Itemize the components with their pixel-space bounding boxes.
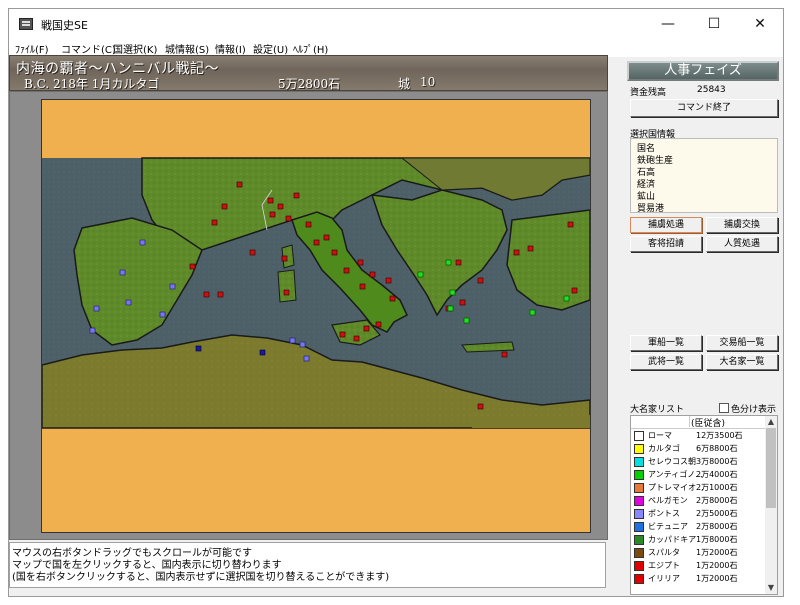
daimyo-list-button[interactable]: 大名家一覧 (706, 354, 778, 370)
scroll-up-icon[interactable]: ▲ (765, 416, 777, 428)
hostage-handling-button[interactable]: 人質処遇 (706, 236, 778, 252)
minimize-button[interactable]: — (645, 9, 691, 39)
castle-label: 城 (398, 77, 411, 91)
scroll-thumb[interactable] (766, 428, 776, 508)
scenario-date: B.C. 218年 1月カルタゴ (24, 77, 160, 91)
color-display-label: 色分け表示 (731, 405, 777, 415)
daimyo-row[interactable]: カルタゴ 6万8800石 (634, 442, 765, 455)
daimyo-koku: 2万8000石 (696, 496, 738, 505)
daimyo-koku: 2万8000石 (696, 522, 738, 531)
daimyo-name: ペルガモン (648, 496, 688, 505)
daimyo-name: カッパドキア (648, 535, 697, 544)
app-window: 戦国史SE — ☐ ✕ ﾌｧｲﾙ(F) コマンド(C) 国選択(K) 城情報(S… (8, 8, 784, 597)
menu-command[interactable]: コマンド(C) (61, 41, 116, 56)
daimyo-koku: 2万5000石 (696, 509, 738, 518)
daimyo-koku: 1万2000石 (696, 561, 738, 570)
daimyo-name: ポントス (648, 509, 680, 518)
funds-value: 25843 (697, 85, 726, 95)
daimyo-koku: 6万8800石 (696, 444, 738, 453)
daimyo-row[interactable]: イリリア 1万2000石 (634, 572, 765, 585)
color-swatch (634, 457, 644, 467)
color-swatch (634, 548, 644, 558)
color-swatch (634, 509, 644, 519)
info-row-port: 貿易港 (637, 204, 665, 214)
daimyo-koku: 2万1000石 (696, 483, 738, 492)
daimyo-list[interactable]: (臣従含) ローマ 12万3500石 カルタゴ 6万8800石 セレウコス朝 3万80… (630, 415, 778, 595)
daimyo-row[interactable]: セレウコス朝 3万8000石 (634, 455, 765, 468)
daimyo-koku: 1万2000石 (696, 548, 738, 557)
color-swatch (634, 431, 644, 441)
color-swatch (634, 522, 644, 532)
daimyo-name: スパルタ (648, 548, 680, 557)
daimyo-list-label: 大名家リスト (630, 405, 685, 415)
close-button[interactable]: ✕ (737, 9, 783, 39)
guest-general-button[interactable]: 客将招請 (630, 236, 702, 252)
color-display-checkbox[interactable] (719, 403, 729, 413)
daimyo-name: カルタゴ (648, 444, 680, 453)
daimyo-name: アンティゴノ... (648, 470, 703, 479)
list-header-koku: (臣従含) (691, 419, 726, 429)
mediterranean-map[interactable] (41, 99, 591, 533)
scenario-koku: 5万2800石 (278, 77, 341, 91)
daimyo-koku: 2万4000石 (696, 470, 738, 479)
daimyo-row[interactable]: エジプト 1万2000石 (634, 559, 765, 572)
color-swatch (634, 535, 644, 545)
daimyo-row[interactable]: ローマ 12万3500石 (634, 429, 765, 442)
daimyo-koku: 3万8000石 (696, 457, 738, 466)
daimyo-row[interactable]: プトレマイオ... 2万1000石 (634, 481, 765, 494)
app-icon (19, 18, 33, 30)
map-top-band (42, 100, 590, 158)
window-title: 戦国史SE (41, 19, 88, 32)
command-end-button[interactable]: コマンド終了 (630, 99, 778, 117)
map-viewport[interactable] (9, 91, 608, 540)
daimyo-row[interactable]: ポントス 2万5000石 (634, 507, 765, 520)
trade-ship-list-button[interactable]: 交易船一覧 (706, 335, 778, 351)
daimyo-row[interactable]: カッパドキア 1万8000石 (634, 533, 765, 546)
prisoner-handling-button[interactable]: 捕虜処遇 (630, 217, 702, 233)
daimyo-name: ビテュニア (648, 522, 688, 531)
daimyo-name: ローマ (648, 431, 672, 440)
map-svg[interactable] (42, 100, 590, 532)
daimyo-koku: 12万3500石 (696, 431, 743, 440)
color-swatch (634, 574, 644, 584)
castle-count: 10 (420, 75, 436, 89)
title-bar: 戦国史SE — ☐ ✕ (9, 9, 783, 39)
selected-country-info: 国名 鉄砲生産 石高 経済 鉱山 貿易港 (630, 138, 778, 214)
menu-file[interactable]: ﾌｧｲﾙ(F) (15, 41, 49, 56)
daimyo-koku: 1万2000石 (696, 574, 738, 583)
list-scrollbar[interactable]: ▲ ▼ (765, 416, 777, 594)
scenario-banner: 内海の覇者〜ハンニバル戦記〜 B.C. 218年 1月カルタゴ 5万2800石 … (9, 55, 608, 91)
funds-label: 資金残高 (630, 88, 667, 98)
map-bottom-band (42, 428, 590, 532)
menu-settings[interactable]: 設定(U) (253, 41, 288, 56)
menu-castle-info[interactable]: 城情報(S) (165, 41, 209, 56)
menu-help[interactable]: ﾍﾙﾌﾟ(H) (293, 41, 328, 56)
menu-country-select[interactable]: 国選択(K) (113, 41, 157, 56)
daimyo-name: イリリア (648, 574, 680, 583)
color-swatch (634, 444, 644, 454)
daimyo-row[interactable]: ペルガモン 2万8000石 (634, 494, 765, 507)
daimyo-row[interactable]: ビテュニア 2万8000石 (634, 520, 765, 533)
daimyo-koku: 1万8000石 (696, 535, 738, 544)
scroll-down-icon[interactable]: ▼ (765, 582, 777, 594)
menu-info[interactable]: 情報(I) (215, 41, 246, 56)
status-bar: マウスの右ボタンドラッグでもスクロールが可能です マップで国を左クリックすると、… (9, 542, 606, 588)
daimyo-name: セレウコス朝 (648, 457, 696, 466)
daimyo-row[interactable]: スパルタ 1万2000石 (634, 546, 765, 559)
general-list-button[interactable]: 武将一覧 (630, 354, 702, 370)
daimyo-row[interactable]: アンティゴノ... 2万4000石 (634, 468, 765, 481)
phase-title: 人事フェイズ (627, 61, 779, 81)
list-header: (臣従含) (631, 416, 765, 429)
color-swatch (634, 470, 644, 480)
warship-list-button[interactable]: 軍船一覧 (630, 335, 702, 351)
color-swatch (634, 496, 644, 506)
color-swatch (634, 561, 644, 571)
prisoner-exchange-button[interactable]: 捕虜交換 (706, 217, 778, 233)
maximize-button[interactable]: ☐ (691, 9, 737, 39)
color-swatch (634, 483, 644, 493)
status-line-3: (国を右ボタンクリックすると、国内表示せずに選択国を切り替えることができます) (12, 572, 390, 583)
daimyo-name: エジプト (648, 561, 680, 570)
